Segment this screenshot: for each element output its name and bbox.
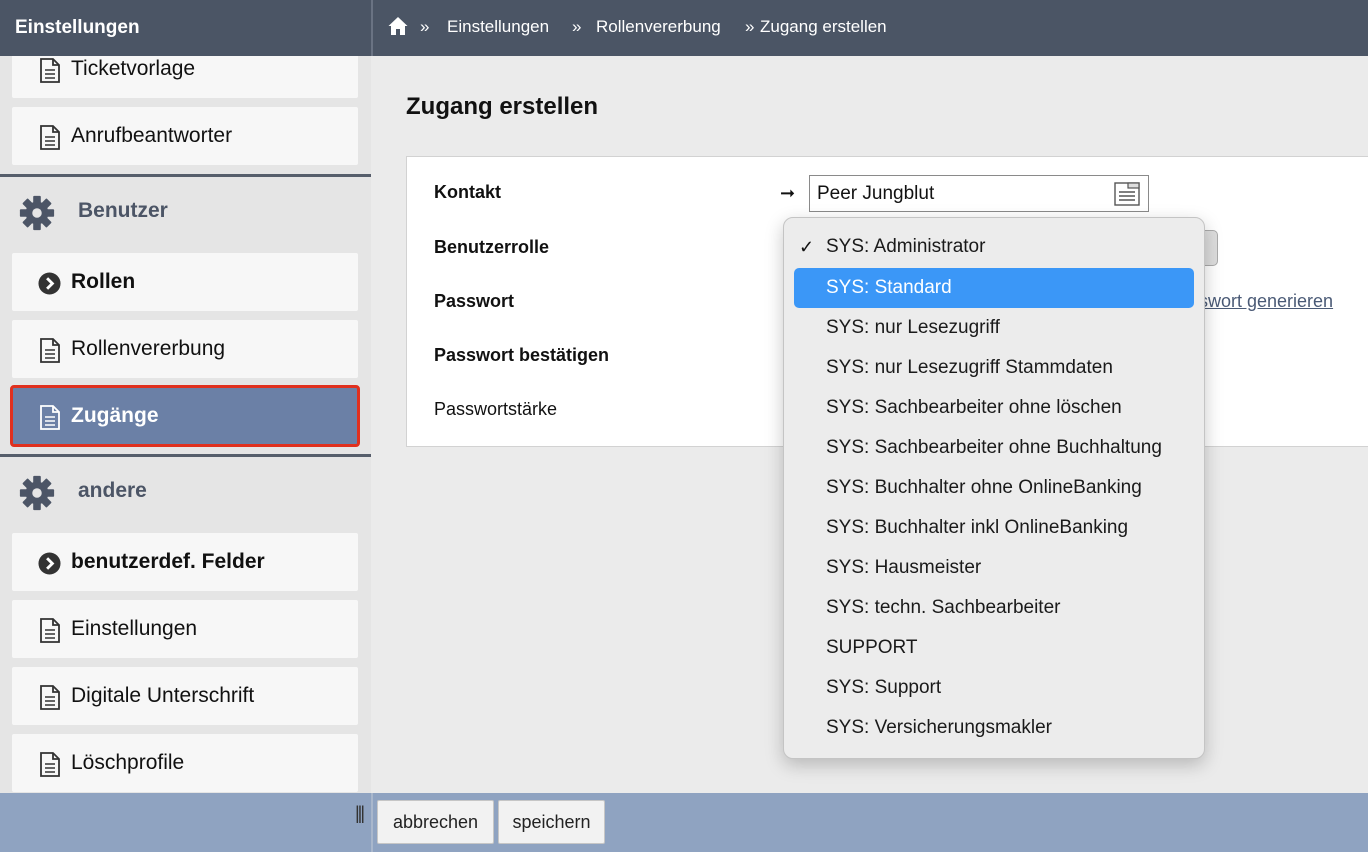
- arrow-circle-icon: [38, 552, 61, 575]
- document-icon: [40, 338, 60, 363]
- sidebar: Ticketvorlage Anrufbeantworter Benutzer …: [0, 56, 371, 793]
- sidebar-item-rollen[interactable]: Rollen: [12, 253, 358, 311]
- role-option-buchhalter-ohne-onlinebanking[interactable]: SYS: Buchhalter ohne OnlineBanking: [794, 468, 1194, 508]
- page-title: Zugang erstellen: [406, 93, 599, 120]
- role-option-nur-lesezugriff-stammdaten[interactable]: SYS: nur Lesezugriff Stammdaten: [794, 348, 1194, 388]
- sidebar-item-label: Anrufbeantworter: [71, 124, 233, 147]
- sidebar-item-label: Einstellungen: [71, 617, 198, 640]
- section-label: andere: [78, 479, 147, 502]
- resize-handle-icon[interactable]: |||: [355, 803, 365, 824]
- kontakt-value: Peer Jungblut: [817, 183, 935, 204]
- sidebar-item-rollenvererbung[interactable]: Rollenvererbung: [12, 320, 358, 378]
- document-icon: [40, 405, 60, 430]
- sidebar-footer: |||: [0, 793, 371, 852]
- sidebar-item-anrufbeantworter[interactable]: Anrufbeantworter: [12, 107, 358, 165]
- breadcrumb-separator: »: [572, 17, 582, 36]
- breadcrumb-separator: »: [420, 17, 430, 36]
- breadcrumb-separator: »: [745, 17, 755, 36]
- sidebar-item-label: Ticketvorlage: [71, 57, 196, 80]
- generate-password-link[interactable]: sswort generieren: [1190, 291, 1333, 312]
- sidebar-header-title: Einstellungen: [0, 0, 371, 56]
- role-option-sachbearbeiter-ohne-buchhaltung[interactable]: SYS: Sachbearbeiter ohne Buchhaltung: [794, 428, 1194, 468]
- sidebar-item-ticketvorlage[interactable]: Ticketvorlage: [12, 56, 358, 98]
- section-header-andere[interactable]: andere: [0, 457, 371, 527]
- role-option-standard[interactable]: SYS: Standard: [794, 268, 1194, 308]
- sidebar-item-zugaenge[interactable]: Zugänge: [10, 385, 360, 447]
- action-bar: abbrechen speichern: [373, 793, 1368, 852]
- contact-picker-icon[interactable]: [1114, 181, 1140, 207]
- sidebar-item-label: Löschprofile: [71, 751, 185, 774]
- sidebar-item-benutzerdef-felder[interactable]: benutzerdef. Felder: [12, 533, 358, 591]
- role-option-techn-sachbearbeiter[interactable]: SYS: techn. Sachbearbeiter: [794, 588, 1194, 628]
- document-icon: [40, 618, 60, 643]
- breadcrumb: » Einstellungen » Rollenvererbung » Zuga…: [373, 0, 1368, 56]
- benutzerrolle-label: Benutzerrolle: [434, 237, 550, 257]
- save-button[interactable]: speichern: [498, 800, 605, 844]
- role-option-versicherungsmakler[interactable]: SYS: Versicherungsmakler: [794, 708, 1194, 748]
- section-header-benutzer[interactable]: Benutzer: [0, 177, 371, 247]
- cancel-button[interactable]: abbrechen: [377, 800, 494, 844]
- sidebar-item-label: Rollen: [71, 270, 136, 293]
- role-option-support[interactable]: SYS: Support: [794, 668, 1194, 708]
- sidebar-item-label: Zugänge: [71, 404, 159, 427]
- gear-icon: [19, 475, 55, 511]
- required-arrow-icon: ➞: [780, 183, 796, 203]
- gear-icon: [19, 195, 55, 231]
- home-icon[interactable]: [388, 16, 408, 36]
- sidebar-item-label: benutzerdef. Felder: [71, 550, 265, 573]
- passwortstaerke-label: Passwortstärke: [434, 399, 558, 419]
- breadcrumb-item-current: Zugang erstellen: [760, 17, 887, 36]
- document-icon: [40, 752, 60, 777]
- kontakt-field[interactable]: Peer Jungblut: [809, 175, 1149, 212]
- passwort-confirm-label: Passwort bestätigen: [434, 345, 610, 365]
- role-dropdown-menu: ✓ SYS: Administrator SYS: Standard SYS: …: [783, 217, 1205, 759]
- checkmark-icon: ✓: [799, 237, 815, 257]
- sidebar-item-loeschprofile[interactable]: Löschprofile: [12, 734, 358, 792]
- role-option-sachbearbeiter-ohne-loeschen[interactable]: SYS: Sachbearbeiter ohne löschen: [794, 388, 1194, 428]
- sidebar-item-label: Digitale Unterschrift: [71, 684, 255, 707]
- breadcrumb-item-einstellungen[interactable]: Einstellungen: [447, 17, 549, 37]
- role-option-support-upper[interactable]: SUPPORT: [794, 628, 1194, 668]
- breadcrumb-item-rollenvererbung[interactable]: Rollenvererbung: [596, 17, 721, 37]
- document-icon: [40, 685, 60, 710]
- role-option-administrator[interactable]: ✓ SYS: Administrator: [794, 227, 1194, 267]
- arrow-circle-icon: [38, 272, 61, 295]
- role-option-hausmeister[interactable]: SYS: Hausmeister: [794, 548, 1194, 588]
- sidebar-item-einstellungen[interactable]: Einstellungen: [12, 600, 358, 658]
- section-label: Benutzer: [78, 199, 168, 222]
- role-option-buchhalter-inkl-onlinebanking[interactable]: SYS: Buchhalter inkl OnlineBanking: [794, 508, 1194, 548]
- document-icon: [40, 58, 60, 83]
- sidebar-item-label: Rollenvererbung: [71, 337, 226, 360]
- passwort-label: Passwort: [434, 291, 515, 311]
- role-option-nur-lesezugriff[interactable]: SYS: nur Lesezugriff: [794, 308, 1194, 348]
- kontakt-label: Kontakt: [434, 182, 501, 202]
- sidebar-item-digitale-unterschrift[interactable]: Digitale Unterschrift: [12, 667, 358, 725]
- document-icon: [40, 125, 60, 150]
